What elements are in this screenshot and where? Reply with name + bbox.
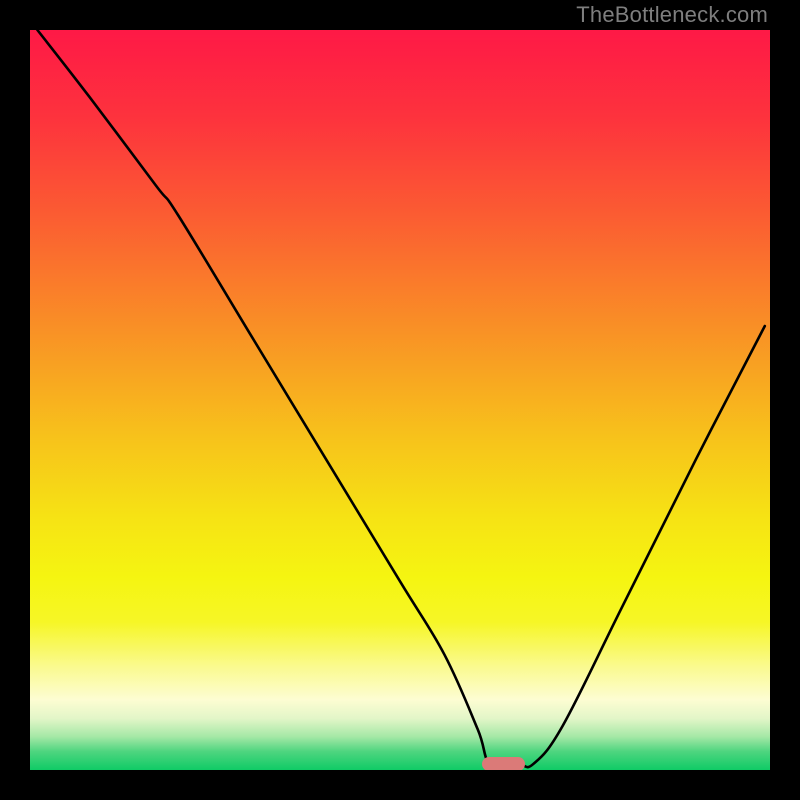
watermark-text: TheBottleneck.com: [576, 2, 768, 28]
plot-area: [30, 30, 770, 770]
bottleneck-curve: [30, 30, 770, 770]
chart-frame: TheBottleneck.com: [0, 0, 800, 800]
optimal-marker: [482, 757, 525, 770]
